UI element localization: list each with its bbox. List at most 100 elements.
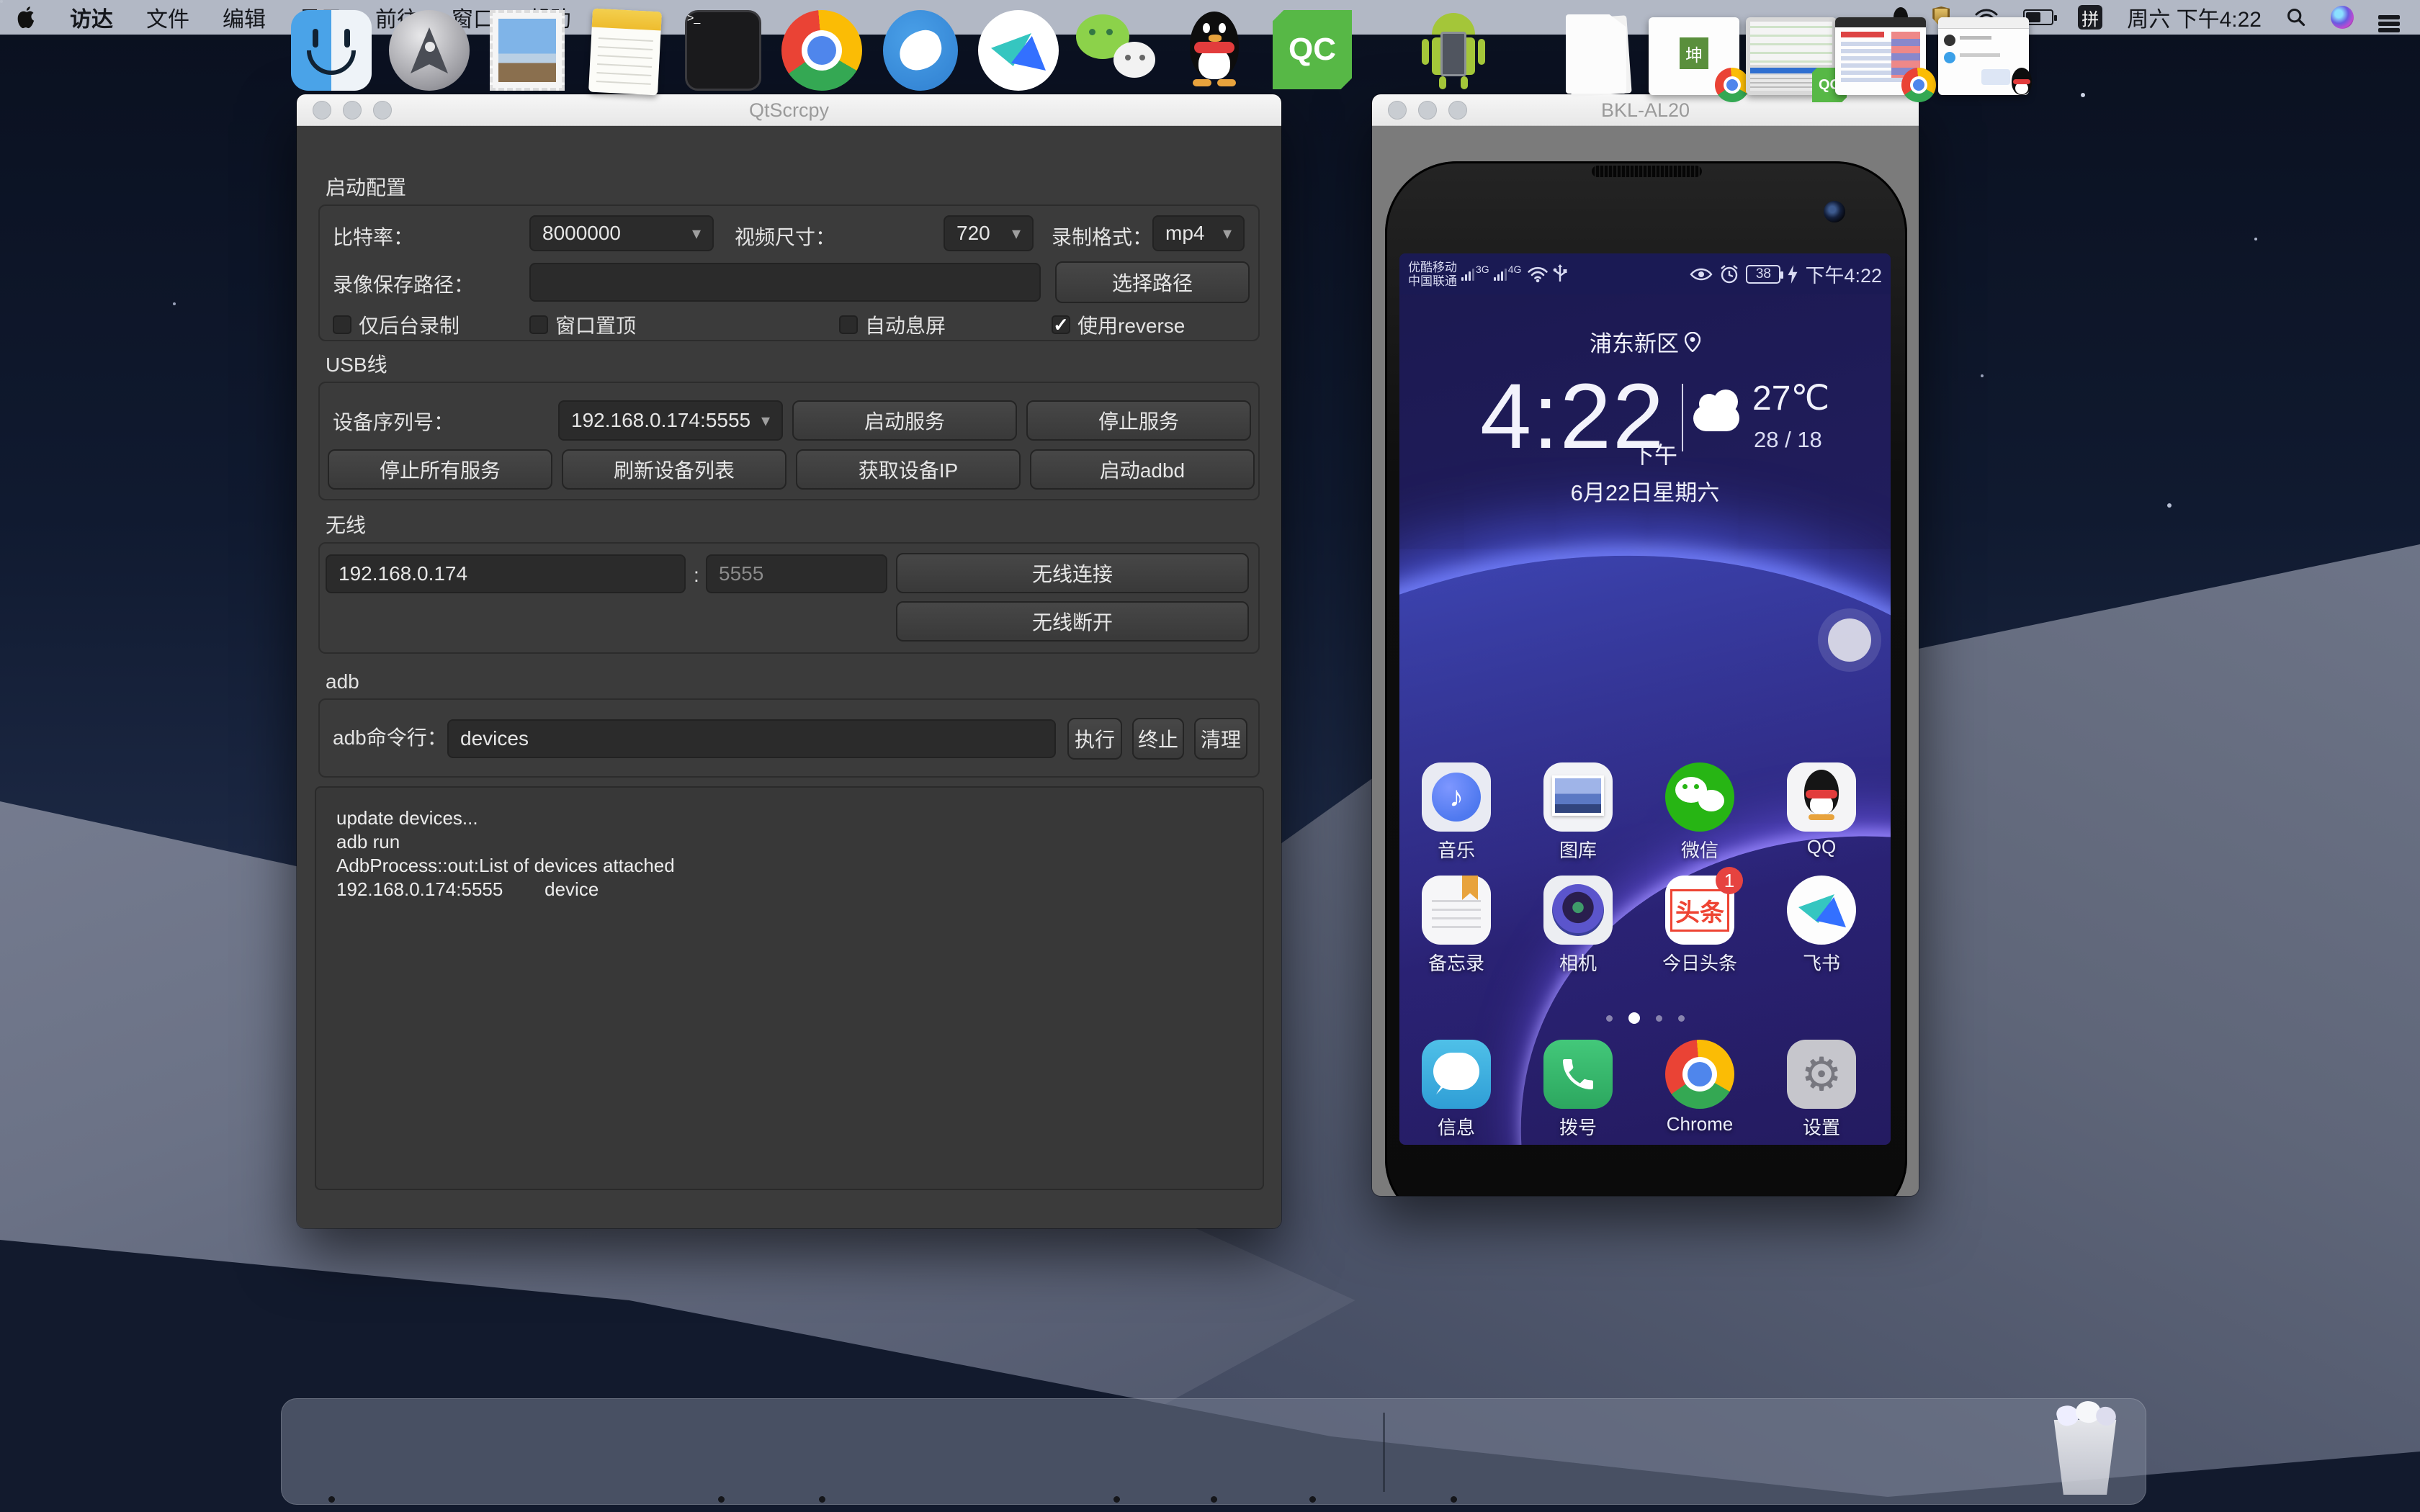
phone-app-notes[interactable]: 备忘录: [1422, 876, 1491, 945]
record-format-combo[interactable]: mp4▾: [1152, 215, 1245, 251]
dock-minimized-window-code[interactable]: QC: [1746, 17, 1837, 95]
input-method-icon[interactable]: 拼: [2078, 5, 2102, 30]
settings-gear-icon: ⚙: [1787, 1040, 1856, 1109]
wireless-connect-button[interactable]: 无线连接: [896, 553, 1249, 593]
menu-clock[interactable]: 周六 下午4:22: [2127, 1, 2262, 33]
app-label: Chrome: [1667, 1113, 1733, 1135]
start-adbd-button[interactable]: 启动adbd: [1030, 449, 1255, 490]
phone-app-camera[interactable]: 相机: [1543, 876, 1613, 945]
wireless-ip-value: 192.168.0.174: [339, 562, 467, 585]
record-path-input[interactable]: [529, 263, 1041, 302]
dock-minimized-window-kun[interactable]: 坤: [1649, 17, 1739, 95]
adb-log-output[interactable]: update devices... adb run AdbProcess::ou…: [315, 786, 1264, 1190]
checkbox-box[interactable]: [529, 315, 548, 334]
running-indicator-scrcpy: [1451, 1496, 1457, 1503]
assistive-ball[interactable]: [1828, 618, 1871, 662]
apple-menu[interactable]: [0, 0, 53, 35]
widget-temp: 27℃: [1752, 378, 1829, 418]
start-service-button[interactable]: 启动服务: [792, 400, 1017, 441]
wechat-icon: [1665, 762, 1734, 832]
dock-minimized-window-qq-chat[interactable]: [1938, 17, 2029, 95]
dock-notes[interactable]: [585, 10, 666, 91]
app-label: 飞书: [1803, 949, 1840, 976]
stop-all-services-button[interactable]: 停止所有服务: [328, 449, 552, 490]
bitrate-combo[interactable]: 8000000▾: [529, 215, 714, 251]
adb-kill-button[interactable]: 终止: [1132, 718, 1184, 760]
phone-app-toutiao[interactable]: 头条 1 今日头条: [1665, 876, 1734, 945]
page-dot: [1678, 1015, 1685, 1022]
app-label: 图库: [1559, 836, 1597, 863]
spotlight-icon[interactable]: [2286, 7, 2306, 27]
phone-screen[interactable]: 优酷移动 中国联通 3G 4G 38: [1399, 253, 1891, 1145]
siri-icon[interactable]: [2331, 6, 2354, 29]
running-indicator-terminal: [718, 1496, 725, 1503]
app-label: QQ: [1807, 836, 1836, 858]
phone-app-qq[interactable]: QQ: [1787, 762, 1856, 832]
dock-minimized-window-web[interactable]: [1835, 17, 1926, 95]
menu-edit[interactable]: 编辑: [206, 0, 282, 35]
choose-path-button[interactable]: 选择路径: [1055, 261, 1250, 303]
phone-window-body: 优酷移动 中国联通 3G 4G 38: [1372, 126, 1919, 1196]
dock-qq[interactable]: [1174, 10, 1255, 91]
dock-launchpad[interactable]: [389, 10, 470, 91]
phone-dock-settings[interactable]: ⚙ 设置: [1787, 1040, 1856, 1109]
speaker-grille-icon: [1592, 166, 1702, 177]
phone-app-wechat[interactable]: 微信: [1665, 762, 1734, 832]
phone-dock-chrome[interactable]: Chrome: [1665, 1040, 1734, 1109]
phone-app-gallery[interactable]: 图库: [1543, 762, 1613, 832]
menu-file[interactable]: 文件: [130, 0, 206, 35]
dock-seal-app[interactable]: [880, 10, 961, 91]
always-on-top-checkbox[interactable]: 窗口置顶: [529, 310, 636, 339]
dock-qtscrcpy[interactable]: QC: [1273, 10, 1353, 91]
phone-dock-dialer[interactable]: 拨号: [1543, 1040, 1613, 1109]
adb-cmd-input[interactable]: devices: [447, 719, 1056, 758]
bitrate-value: 8000000: [542, 222, 621, 245]
notification-center-icon[interactable]: [2378, 15, 2400, 19]
checkbox-label: 窗口置顶: [555, 310, 636, 339]
checkbox-box[interactable]: ✓: [1052, 315, 1070, 334]
auto-screen-off-checkbox[interactable]: 自动息屏: [839, 310, 946, 339]
phone-dock-messages[interactable]: 信息: [1422, 1040, 1491, 1109]
adb-clear-button[interactable]: 清理: [1194, 718, 1247, 760]
dock-terminal[interactable]: >_: [683, 10, 763, 91]
serial-combo[interactable]: 192.168.0.174:5555▾: [558, 400, 783, 441]
dock-trash[interactable]: [2043, 1404, 2128, 1496]
widget-range: 28 / 18: [1754, 427, 1822, 453]
dock-finder[interactable]: [291, 10, 372, 91]
dock-separator: [1383, 1413, 1385, 1492]
dock-mail[interactable]: [487, 10, 568, 91]
signal-bars-icon: [1494, 268, 1507, 281]
weather-widget[interactable]: 浦东新区 4:22 下午 27℃ 28 / 18: [1399, 325, 1891, 507]
wifi-icon: [1527, 265, 1549, 284]
stop-service-button[interactable]: 停止服务: [1026, 400, 1251, 441]
phone-status-time: 下午4:22: [1805, 260, 1882, 288]
use-reverse-checkbox[interactable]: ✓使用reverse: [1052, 310, 1185, 339]
widget-date: 6月22日星期六: [1399, 474, 1891, 507]
phone-app-feishu[interactable]: 飞书: [1787, 876, 1856, 945]
dock-wechat[interactable]: [1076, 10, 1157, 91]
qtscrcpy-titlebar[interactable]: QtScrcpy: [297, 94, 1281, 126]
log-line: update devices...: [336, 807, 478, 829]
adb-execute-button[interactable]: 执行: [1067, 718, 1122, 760]
wireless-port-input[interactable]: 5555: [706, 554, 887, 593]
wireless-disconnect-button[interactable]: 无线断开: [896, 601, 1249, 642]
menu-finder[interactable]: 访达: [53, 0, 130, 35]
video-size-combo[interactable]: 720▾: [944, 215, 1034, 251]
checkbox-box[interactable]: [333, 315, 351, 334]
checkbox-box[interactable]: [839, 315, 858, 334]
log-line: AdbProcess::out:List of devices attached: [336, 855, 675, 876]
dock-scrcpy-android[interactable]: [1413, 10, 1494, 91]
page-indicator[interactable]: [1399, 1012, 1891, 1024]
dock-chrome[interactable]: [781, 10, 862, 91]
dock-documents-stack[interactable]: [1557, 10, 1638, 91]
get-device-ip-button[interactable]: 获取设备IP: [796, 449, 1021, 490]
adb-cmd-label: adb命令行：: [333, 728, 447, 748]
phone-app-music[interactable]: ♪ 音乐: [1422, 762, 1491, 832]
dock-feishu[interactable]: [978, 10, 1059, 91]
background-record-checkbox[interactable]: 仅后台录制: [333, 310, 460, 339]
refresh-devices-button[interactable]: 刷新设备列表: [562, 449, 786, 490]
signal-bars-icon: [1461, 268, 1474, 281]
feishu-icon: [1787, 876, 1856, 945]
wireless-ip-input[interactable]: 192.168.0.174: [326, 554, 686, 593]
log-line: 192.168.0.174:5555 device: [336, 878, 599, 900]
